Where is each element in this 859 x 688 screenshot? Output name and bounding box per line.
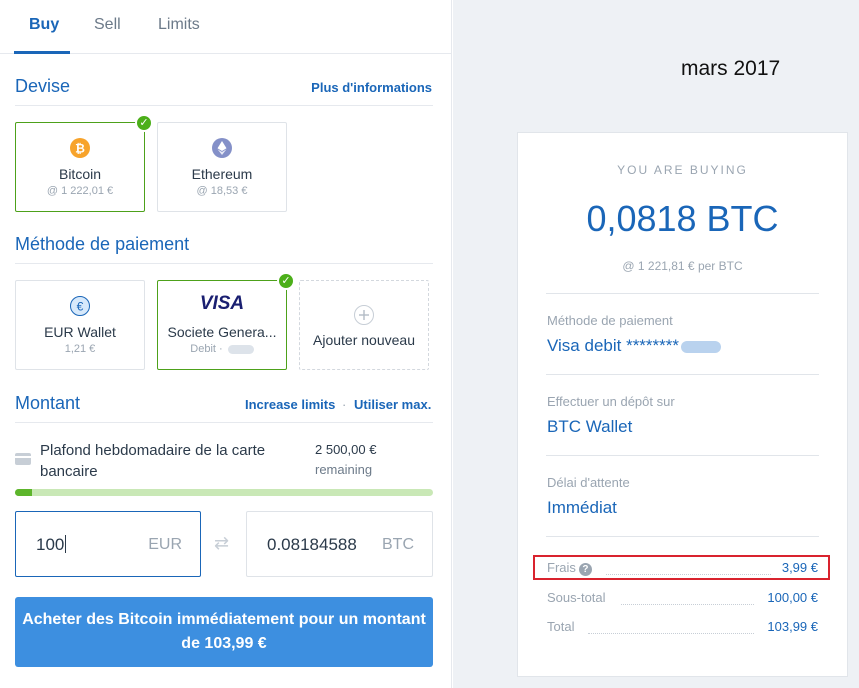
svg-text:€: € [77, 300, 84, 314]
add-payment-card[interactable]: Ajouter nouveau [299, 280, 429, 370]
fiat-amount-text: 100 [36, 535, 65, 554]
total-label: Total [547, 619, 575, 634]
crypto-amount-input[interactable]: 0.08184588 BTC [246, 511, 433, 577]
total-value: 103,99 € [767, 619, 818, 634]
delay-value: Immédiat [547, 498, 617, 517]
payment-card-visa[interactable]: VISA Societe Genera... Debit · [157, 280, 287, 370]
leader-dots [621, 604, 754, 605]
increase-limits-link[interactable]: Increase limits [245, 397, 335, 412]
tab-bar: Buy Sell Limits [0, 0, 452, 54]
deposit-value: BTC Wallet [547, 417, 633, 436]
fees-highlight-box [533, 555, 830, 580]
selected-check-icon: ✓ [135, 114, 153, 132]
payment-balance: 1,21 € [64, 343, 96, 355]
weekly-limit-remaining: remaining [315, 462, 373, 477]
visa-logo: VISA [199, 293, 245, 314]
summary-btc-amount: 0,0818 BTC [586, 198, 779, 239]
divider [546, 455, 819, 456]
fiat-currency-label: EUR [148, 536, 182, 553]
limit-progress-bar [15, 489, 433, 496]
currency-price: @ 18,53 € [196, 185, 248, 197]
currency-card-bitcoin[interactable]: ₿ Bitcoin @ 1 222,01 € [15, 122, 145, 212]
use-max-link[interactable]: Utiliser max. [354, 397, 431, 412]
currency-card-ethereum[interactable]: Ethereum @ 18,53 € [157, 122, 287, 212]
currency-name: Bitcoin [58, 166, 102, 182]
link-separator: · [342, 397, 347, 412]
currency-section-title: Devise [15, 76, 71, 96]
payment-section-title: Méthode de paiement [15, 234, 190, 254]
currency-price: @ 1 222,01 € [46, 185, 114, 197]
crypto-currency-label: BTC [382, 536, 414, 553]
more-info-link[interactable]: Plus d'informations [311, 80, 432, 95]
fiat-amount-input[interactable]: 100 EUR [15, 511, 201, 577]
amount-section-title: Montant [15, 393, 81, 413]
order-summary-card: YOU ARE BUYING 0,0818 BTC @ 1 221,81 € p… [517, 132, 848, 677]
crypto-amount-value[interactable]: 0.08184588 [267, 535, 357, 555]
add-new-label: Ajouter nouveau [313, 332, 415, 348]
tab-limits[interactable]: Limits [158, 16, 200, 34]
leader-dots [588, 633, 754, 634]
buy-panel: Buy Sell Limits Devise Plus d'informatio… [0, 0, 452, 688]
divider [546, 374, 819, 375]
payment-name: Societe Genera... [167, 324, 277, 340]
delay-label: Délai d'attente [547, 475, 630, 490]
summary-heading: YOU ARE BUYING [617, 163, 748, 177]
redacted-card-number [681, 340, 721, 353]
plus-icon [354, 305, 374, 325]
payment-detail: Debit · [158, 343, 286, 355]
subtotal-label: Sous-total [547, 590, 606, 605]
divider [15, 422, 433, 423]
limit-progress-fill [15, 489, 32, 496]
bitcoin-icon: ₿ [70, 138, 90, 158]
payment-card-eur-wallet[interactable]: € EUR Wallet 1,21 € [15, 280, 145, 370]
credit-card-icon [15, 453, 31, 465]
weekly-limit-amount: 2 500,00 € [315, 442, 377, 457]
divider [15, 263, 433, 264]
swap-arrows-icon: ⇄ [214, 533, 230, 553]
payment-method-label: Méthode de paiement [547, 313, 673, 328]
weekly-limit-label: Plafond hebdomadaire de la carte bancair… [40, 442, 266, 480]
payment-type: Debit · [190, 343, 226, 355]
divider [546, 536, 819, 537]
fiat-amount-value[interactable]: 100 [36, 535, 67, 555]
currency-name: Ethereum [191, 166, 253, 182]
redacted-card-number [227, 344, 254, 354]
payment-method-value: Visa debit ******** [547, 336, 721, 356]
buy-now-button[interactable]: Acheter des Bitcoin immédiatement pour u… [15, 597, 433, 667]
selected-check-icon: ✓ [277, 272, 295, 290]
date-annotation: mars 2017 [681, 57, 781, 80]
text-caret [65, 535, 67, 553]
divider [15, 105, 433, 106]
ethereum-icon [212, 138, 232, 158]
svg-text:₿: ₿ [75, 142, 85, 156]
divider [546, 293, 819, 294]
tab-buy[interactable]: Buy [29, 16, 59, 34]
deposit-label: Effectuer un dépôt sur [547, 394, 675, 409]
tab-sell[interactable]: Sell [94, 16, 121, 34]
active-tab-indicator [14, 51, 70, 54]
euro-icon: € [70, 296, 90, 316]
payment-method-text: Visa debit ******** [547, 336, 679, 355]
payment-name: EUR Wallet [44, 324, 116, 340]
summary-rate: @ 1 221,81 € per BTC [622, 259, 743, 273]
subtotal-value: 100,00 € [767, 590, 818, 605]
